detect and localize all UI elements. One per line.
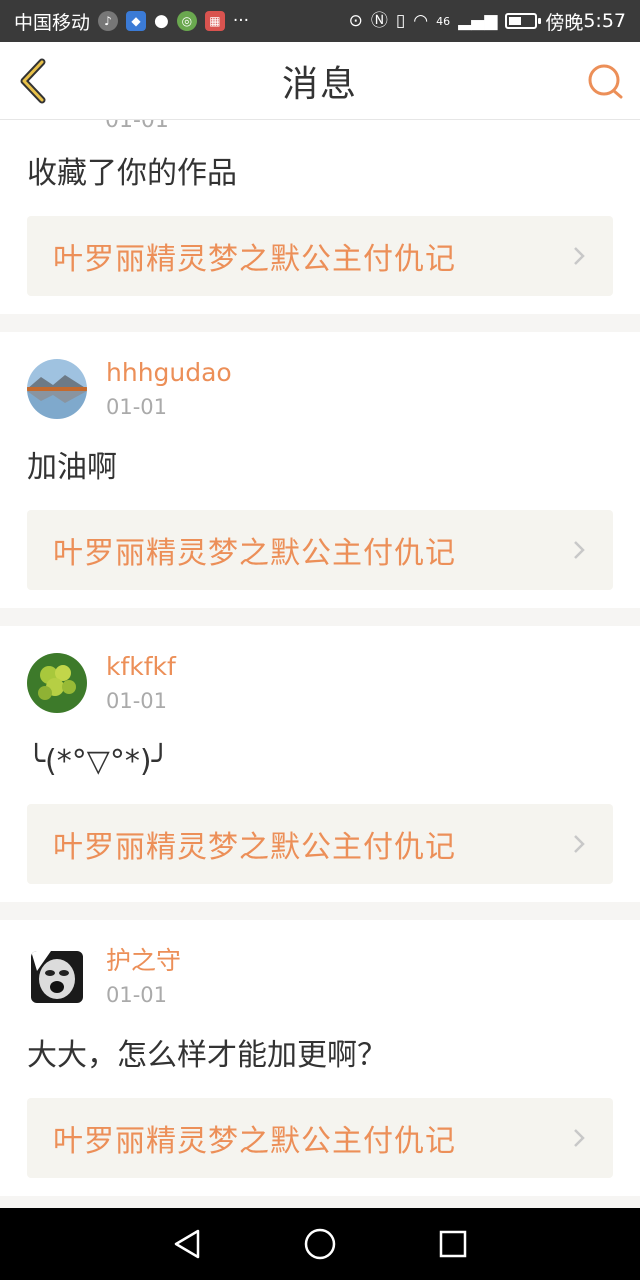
- square-recents-icon: [440, 1230, 467, 1258]
- avatar[interactable]: [27, 359, 87, 419]
- app-icon: ◎: [176, 11, 197, 31]
- avatar[interactable]: [27, 653, 87, 713]
- notification-date: 01-01: [106, 395, 168, 419]
- nav-back-button[interactable]: [167, 1224, 207, 1264]
- carrier-label: 中国移动: [14, 11, 91, 34]
- page-title: 消息: [281, 63, 358, 105]
- search-icon[interactable]: [586, 62, 626, 102]
- user-meta: kfkfkf 01-01: [106, 652, 176, 714]
- location-icon: ⊙: [348, 10, 363, 31]
- signal-icon: ▂▄▆: [458, 10, 498, 31]
- vibrate-icon: ▯: [395, 10, 406, 31]
- audio-icon: ♪: [98, 11, 119, 31]
- work-title: 叶罗丽精灵梦之默公主付仇记: [53, 242, 456, 277]
- notification-card: hhhgudao 01-01 加油啊 叶罗丽精灵梦之默公主付仇记: [0, 332, 640, 608]
- status-bar: 中国移动 ♪ ◆ ● ◎ ▦ ··· ⊙ Ⓝ ▯ ◠ 46 ▂▄▆ 傍晚 5:57: [0, 0, 640, 42]
- battery-icon: [505, 13, 542, 29]
- screen: 中国移动 ♪ ◆ ● ◎ ▦ ··· ⊙ Ⓝ ▯ ◠ 46 ▂▄▆ 傍晚 5:57…: [0, 0, 640, 1280]
- app-header: 消息: [0, 42, 640, 120]
- work-title: 叶罗丽精灵梦之默公主付仇记: [53, 536, 456, 571]
- chevron-right-icon: [574, 835, 585, 853]
- book-icon: ▦: [204, 11, 225, 31]
- more-icon: ···: [232, 10, 250, 31]
- user-meta: hhhgudao 01-01: [106, 358, 232, 420]
- wifi-icon: ◠: [413, 10, 429, 31]
- notification-card: kfkfkf 01-01 ╰(*°▽°*)╯ 叶罗丽精灵梦之默公主付仇记: [0, 626, 640, 902]
- notification-list: 01-01 收藏了你的作品 叶罗丽精灵梦之默公主付仇记 hhhgudao 01-…: [0, 120, 640, 1208]
- notification-date: 01-01: [106, 983, 168, 1007]
- work-link[interactable]: 叶罗丽精灵梦之默公主付仇记: [27, 1098, 613, 1178]
- chevron-left-icon[interactable]: [14, 56, 54, 106]
- nav-recents-button[interactable]: [433, 1224, 473, 1264]
- user-row: 护之守 01-01: [27, 920, 613, 1008]
- chevron-right-icon: [574, 1129, 585, 1147]
- work-title: 叶罗丽精灵梦之默公主付仇记: [53, 830, 456, 865]
- shield-icon: ◆: [126, 11, 147, 31]
- chevron-right-icon: [574, 541, 585, 559]
- username[interactable]: kfkfkf: [106, 652, 176, 682]
- status-bar-left: 中国移动 ♪ ◆ ● ◎ ▦ ···: [14, 8, 249, 35]
- work-link[interactable]: 叶罗丽精灵梦之默公主付仇记: [27, 510, 613, 590]
- avatar[interactable]: [31, 951, 83, 1003]
- chat-bubble-icon: ●: [154, 10, 169, 31]
- notification-date: 01-01: [105, 120, 169, 133]
- notification-date: 01-01: [106, 689, 168, 713]
- time-label: 5:57: [583, 10, 626, 32]
- chevron-right-icon: [574, 247, 585, 265]
- user-row: hhhgudao 01-01: [27, 332, 613, 420]
- notification-message: 大大，怎么样才能加更啊？: [27, 1038, 387, 1073]
- status-bar-right: ⊙ Ⓝ ▯ ◠ 46 ▂▄▆ 傍晚 5:57: [349, 8, 626, 35]
- user-row: kfkfkf 01-01: [27, 626, 613, 714]
- network-type: 46: [436, 14, 451, 28]
- notification-message: 收藏了你的作品: [27, 156, 237, 191]
- time-prefix: 傍晚: [545, 11, 584, 34]
- username[interactable]: 护之守: [106, 946, 181, 976]
- notification-message: 加油啊: [27, 450, 117, 485]
- user-meta: 护之守 01-01: [106, 946, 181, 1008]
- nfc-icon: Ⓝ: [370, 10, 388, 31]
- partial-header: 01-01: [27, 120, 613, 144]
- face-avatar-image: [31, 951, 83, 1003]
- notification-card: 护之守 01-01 大大，怎么样才能加更啊？ 叶罗丽精灵梦之默公主付仇记: [0, 920, 640, 1196]
- nav-home-button[interactable]: [300, 1224, 340, 1264]
- notification-message: ╰(*°▽°*)╯: [27, 744, 170, 779]
- work-link[interactable]: 叶罗丽精灵梦之默公主付仇记: [27, 804, 613, 884]
- notification-card: 01-01 收藏了你的作品 叶罗丽精灵梦之默公主付仇记: [0, 120, 640, 314]
- work-link[interactable]: 叶罗丽精灵梦之默公主付仇记: [27, 216, 613, 296]
- battery-fill: [509, 17, 522, 25]
- lake-avatar-image: [27, 359, 87, 419]
- grapes-avatar-image: [27, 653, 87, 713]
- circle-home-icon: [304, 1228, 336, 1260]
- triangle-back-icon: [174, 1229, 199, 1259]
- system-nav-bar: [0, 1208, 640, 1280]
- work-title: 叶罗丽精灵梦之默公主付仇记: [53, 1124, 456, 1159]
- username[interactable]: hhhgudao: [106, 358, 232, 388]
